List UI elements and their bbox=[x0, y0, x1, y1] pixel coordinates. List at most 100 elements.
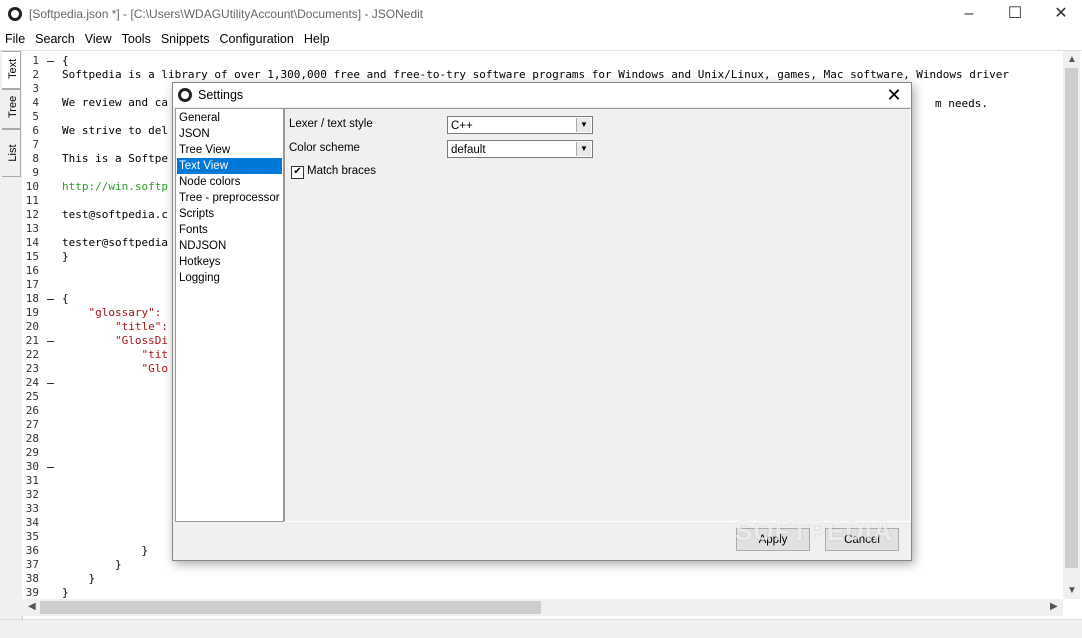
line-number: 3 bbox=[32, 82, 39, 95]
settings-category-list[interactable]: General JSON Tree View Text View Node colors… bbox=[175, 108, 284, 522]
menu-search[interactable]: Search bbox=[30, 28, 80, 50]
code-line: "glossary": bbox=[62, 306, 162, 319]
line-number: 12 bbox=[25, 208, 39, 221]
line-number: 20 bbox=[25, 320, 39, 333]
line-number: 1 bbox=[32, 54, 39, 67]
line-number: 19 bbox=[25, 306, 39, 319]
tab-tree[interactable]: Tree bbox=[2, 89, 21, 129]
settings-category-item[interactable]: Tree View bbox=[177, 142, 282, 158]
settings-category-item[interactable]: Scripts bbox=[177, 206, 282, 222]
line-number: 24 bbox=[25, 376, 39, 389]
settings-panel: Lexer / text style C++ ▼ Color scheme de… bbox=[284, 108, 911, 522]
menu-tools[interactable]: Tools bbox=[117, 28, 156, 50]
scroll-right-icon[interactable]: ▶ bbox=[1050, 601, 1058, 612]
line-number: 5 bbox=[32, 110, 39, 123]
minimize-button[interactable]: – bbox=[946, 0, 992, 28]
fold-marker-icon[interactable] bbox=[47, 467, 54, 468]
line-number: 37 bbox=[25, 558, 39, 571]
status-bar bbox=[0, 619, 1082, 638]
code-line: "Glo bbox=[62, 362, 168, 375]
settings-category-item[interactable]: NDJSON bbox=[177, 238, 282, 254]
settings-category-item[interactable]: Text View bbox=[177, 158, 282, 174]
close-button[interactable]: ✕ bbox=[1038, 0, 1082, 28]
color-scheme-value: default bbox=[451, 144, 486, 156]
line-number: 32 bbox=[25, 488, 39, 501]
line-number: 39 bbox=[25, 586, 39, 599]
menu-file[interactable]: File bbox=[0, 28, 30, 50]
line-number: 16 bbox=[25, 264, 39, 277]
code-line: } bbox=[62, 544, 149, 557]
settings-dialog: Settings ✕ General JSON Tree View Text View… bbox=[172, 82, 912, 561]
code-line: } bbox=[62, 558, 122, 571]
settings-category-item[interactable]: Hotkeys bbox=[177, 254, 282, 270]
settings-category-item[interactable]: General bbox=[177, 110, 282, 126]
line-number: 27 bbox=[25, 418, 39, 431]
line-number: 30 bbox=[25, 460, 39, 473]
dialog-logo-icon bbox=[178, 88, 192, 102]
line-number: 34 bbox=[25, 516, 39, 529]
fold-marker-icon[interactable] bbox=[47, 341, 54, 342]
code-line: test@softpedia.c bbox=[62, 208, 168, 221]
tab-text[interactable]: Text bbox=[2, 51, 21, 89]
color-scheme-select[interactable]: default ▼ bbox=[447, 140, 593, 158]
fold-marker-icon[interactable] bbox=[47, 61, 54, 62]
chevron-down-icon[interactable]: ▼ bbox=[576, 118, 591, 132]
horizontal-scroll-thumb[interactable] bbox=[40, 601, 541, 614]
scroll-left-icon[interactable]: ◀ bbox=[28, 601, 36, 612]
tab-list-label: List bbox=[7, 144, 19, 162]
menu-view[interactable]: View bbox=[80, 28, 117, 50]
tab-tree-label: Tree bbox=[7, 95, 19, 118]
scroll-down-icon[interactable]: ▼ bbox=[1067, 585, 1077, 596]
settings-category-item[interactable]: Logging bbox=[177, 270, 282, 286]
app-logo-icon bbox=[8, 7, 22, 21]
lexer-value: C++ bbox=[451, 120, 473, 132]
maximize-button[interactable]: ☐ bbox=[992, 0, 1038, 28]
line-number-gutter: 1 2 3 4 5 6 7 8 9 10 11 12 13 14 15 16 17 18 19 20 21 22 23 24 2… bbox=[22, 51, 60, 599]
line-number: 9 bbox=[32, 166, 39, 179]
line-number: 36 bbox=[25, 544, 39, 557]
line-number: 10 bbox=[25, 180, 39, 193]
code-line: We strive to del bbox=[62, 124, 168, 137]
title-bar: [Softpedia.json *] - [C:\Users\WDAGUtili… bbox=[0, 0, 1082, 28]
code-line: } bbox=[62, 572, 96, 585]
line-number: 6 bbox=[32, 124, 39, 137]
menu-help[interactable]: Help bbox=[299, 28, 335, 50]
line-number: 33 bbox=[25, 502, 39, 515]
line-number: 21 bbox=[25, 334, 39, 347]
code-line: "GlossDi bbox=[62, 334, 168, 347]
settings-category-item[interactable]: Fonts bbox=[177, 222, 282, 238]
menu-configuration[interactable]: Configuration bbox=[214, 28, 298, 50]
vertical-scroll-thumb[interactable] bbox=[1065, 68, 1078, 568]
match-braces-checkbox[interactable]: ✔ bbox=[291, 166, 304, 179]
scroll-up-icon[interactable]: ▲ bbox=[1067, 54, 1077, 65]
line-number: 26 bbox=[25, 404, 39, 417]
window-title: [Softpedia.json *] - [C:\Users\WDAGUtili… bbox=[29, 7, 424, 21]
line-number: 15 bbox=[25, 250, 39, 263]
line-number: 4 bbox=[32, 96, 39, 109]
line-number: 35 bbox=[25, 530, 39, 543]
line-number: 17 bbox=[25, 278, 39, 291]
line-number: 28 bbox=[25, 432, 39, 445]
fold-marker-icon[interactable] bbox=[47, 383, 54, 384]
dialog-title: Settings bbox=[198, 88, 244, 102]
chevron-down-icon[interactable]: ▼ bbox=[576, 142, 591, 156]
match-braces-label: Match braces bbox=[307, 165, 377, 177]
settings-category-item[interactable]: Tree - preprocessor bbox=[177, 190, 282, 206]
menu-bar: File Search View Tools Snippets Configuration… bbox=[0, 28, 1082, 51]
tab-text-label: Text bbox=[7, 58, 19, 79]
settings-category-item[interactable]: Node colors bbox=[177, 174, 282, 190]
code-line: } bbox=[62, 586, 69, 599]
menu-snippets[interactable]: Snippets bbox=[156, 28, 215, 50]
code-line: http://win.softp bbox=[62, 180, 168, 193]
settings-category-item[interactable]: JSON bbox=[177, 126, 282, 142]
lexer-select[interactable]: C++ ▼ bbox=[447, 116, 593, 134]
fold-marker-icon[interactable] bbox=[47, 299, 54, 300]
softpedia-watermark: SOFTPEDIA bbox=[735, 516, 893, 546]
tab-list[interactable]: List bbox=[2, 129, 21, 177]
line-number: 13 bbox=[25, 222, 39, 235]
code-overflow-text: m needs. bbox=[935, 97, 988, 110]
line-number: 7 bbox=[32, 138, 39, 151]
dialog-close-icon[interactable]: ✕ bbox=[883, 84, 905, 106]
line-number: 11 bbox=[25, 194, 39, 207]
code-line: This is a Softpe bbox=[62, 152, 168, 165]
